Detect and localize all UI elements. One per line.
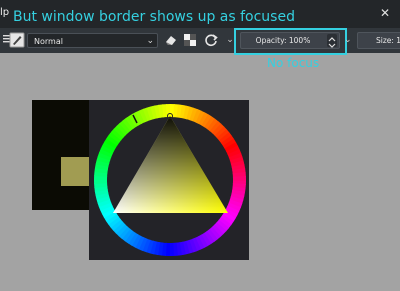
brush-preset-icon[interactable] [8, 31, 26, 49]
background-color-swatch[interactable] [61, 157, 90, 186]
alpha-lock-icon[interactable] [181, 31, 199, 49]
hue-ring-segment [232, 176, 247, 181]
blend-mode-value: Normal [34, 37, 63, 46]
menu-item-help[interactable]: lp [0, 7, 9, 18]
foreground-color-swatch[interactable] [32, 100, 89, 210]
chevron-down-icon[interactable]: ⌄ [344, 35, 352, 45]
chevron-down-icon: ⌄ [146, 36, 154, 46]
blend-mode-select[interactable]: Normal ⌄ [27, 33, 158, 48]
color-selector-popup[interactable] [89, 100, 249, 260]
close-icon[interactable]: ✕ [380, 6, 390, 20]
size-label: Size: 10 [376, 36, 400, 45]
reload-icon[interactable] [202, 31, 220, 49]
annotation-top: But window border shows up as focused [13, 9, 295, 25]
eraser-icon[interactable] [162, 31, 180, 49]
focus-highlight [234, 28, 347, 55]
size-spinbox[interactable]: Size: 10 [357, 32, 400, 49]
annotation-no-focus: No focus [267, 56, 320, 70]
